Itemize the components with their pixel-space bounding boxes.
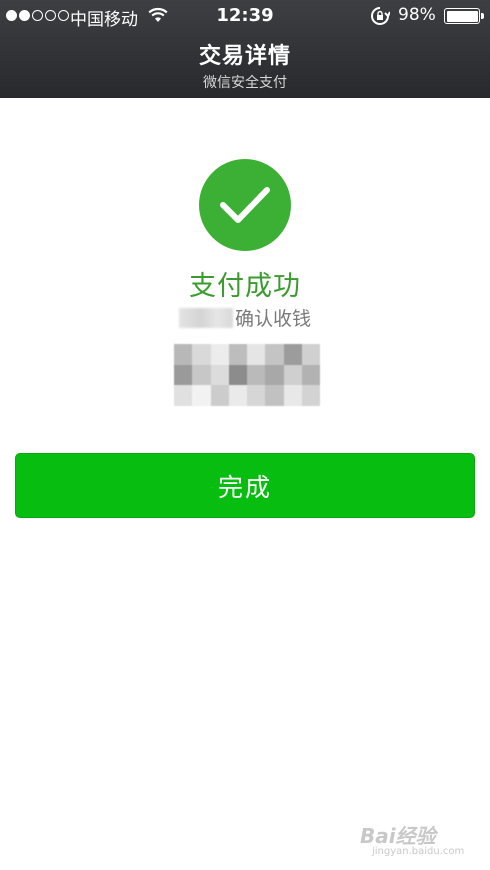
orientation-lock-icon xyxy=(370,6,391,31)
battery-percent: 98% xyxy=(398,5,436,25)
done-button[interactable]: 完成 xyxy=(15,453,475,518)
amount-redacted xyxy=(174,344,320,406)
watermark-logo: Bai经验 xyxy=(360,824,436,848)
check-circle-icon xyxy=(199,159,291,251)
page-title: 交易详情 xyxy=(198,44,291,69)
status-bar: 中国移动 12:39 98% xyxy=(0,0,490,32)
battery-icon xyxy=(444,8,484,24)
header: 中国移动 12:39 98% 交易详情 微信安全支付 xyxy=(0,0,490,98)
confirm-row: 确认收钱 xyxy=(0,304,490,331)
payment-success-title: 支付成功 xyxy=(189,271,301,302)
confirm-receipt-text: 确认收钱 xyxy=(234,308,311,330)
payee-name-redacted xyxy=(178,307,233,328)
watermark-url: jingyan.baidu.com xyxy=(372,846,465,857)
page-subtitle: 微信安全支付 xyxy=(203,75,287,91)
